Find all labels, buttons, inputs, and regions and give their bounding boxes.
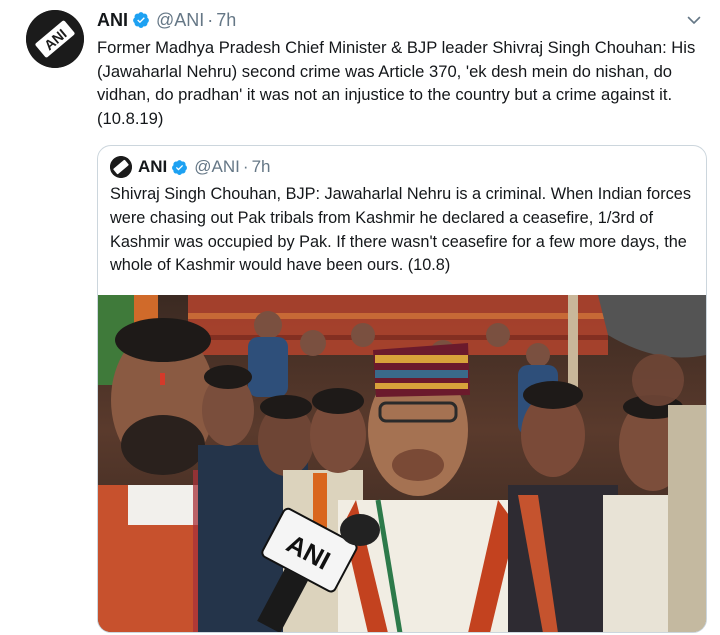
separator-dot: · [207, 9, 214, 30]
author-handle[interactable]: @ANI [156, 10, 204, 31]
press-interview-photo: ANI [98, 295, 706, 632]
quoted-author-name: ANI [138, 157, 168, 176]
author-name[interactable]: ANI [97, 10, 128, 31]
quoted-author-handle: @ANI [194, 157, 240, 176]
quoted-tweet-header: ANI @ANI · 7h [110, 155, 270, 179]
chevron-down-icon[interactable] [686, 12, 702, 28]
quoted-tweet[interactable]: ANI @ANI · 7h Shivraj Singh Chouhan, BJP… [97, 145, 707, 633]
ani-logo-small [110, 156, 132, 178]
quoted-tweet-timestamp: 7h [251, 157, 271, 176]
separator-dot: · [242, 157, 249, 176]
verified-badge-icon [172, 159, 188, 175]
tweet-text: Former Madhya Pradesh Chief Minister & B… [97, 38, 696, 128]
ani-logo: ANI [26, 10, 84, 68]
quoted-author-avatar [110, 156, 132, 178]
author-avatar[interactable]: ANI [26, 10, 84, 68]
quoted-tweet-photo[interactable]: ANI [98, 295, 706, 632]
tweet-timestamp[interactable]: 7h [216, 10, 236, 31]
quoted-tweet-text: Shivraj Singh Chouhan, BJP: Jawaharlal N… [110, 185, 691, 275]
verified-badge-icon [133, 12, 149, 28]
tweet-header: ANI @ANI · 7h [97, 8, 236, 32]
